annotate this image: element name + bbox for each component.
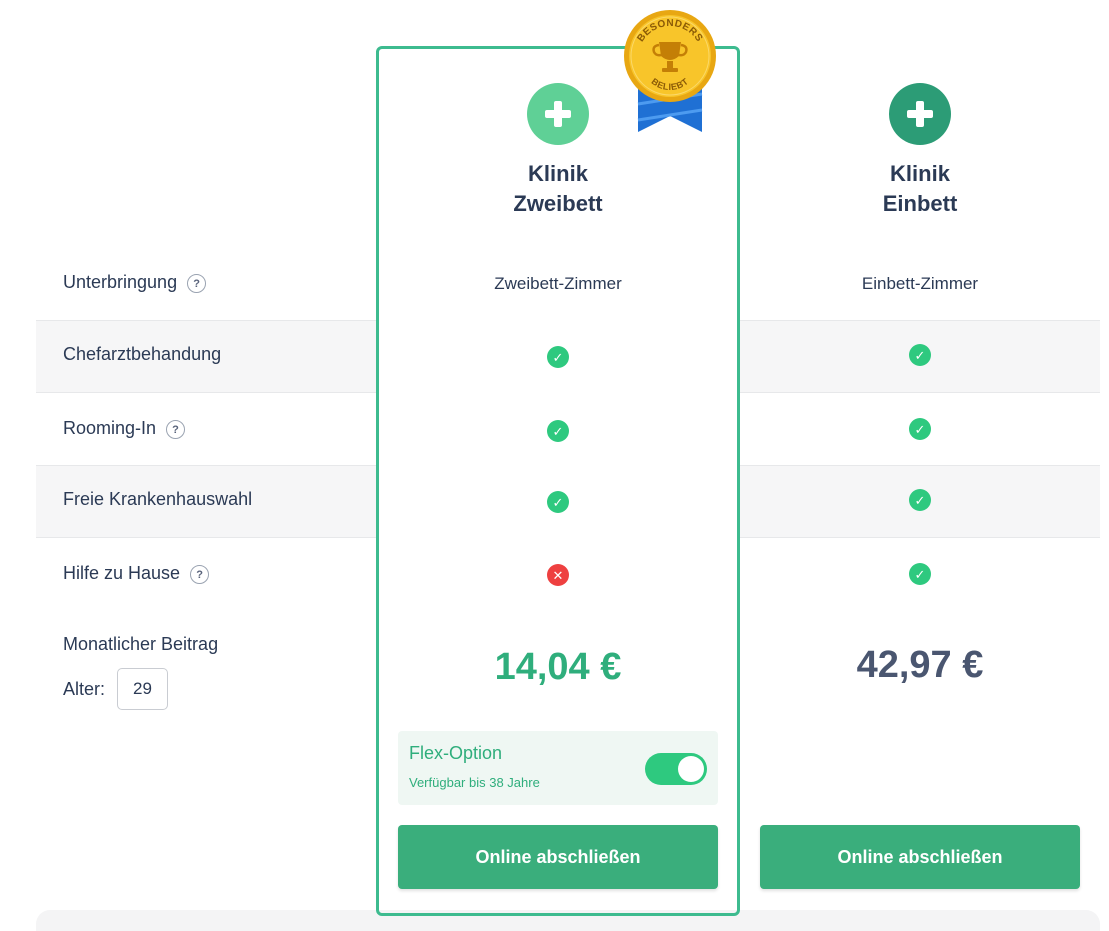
bottom-panel bbox=[36, 910, 1100, 931]
medical-cross-icon bbox=[889, 83, 951, 145]
check-icon: ✓ bbox=[909, 563, 931, 585]
feature-label-text: Chefarztbehandung bbox=[63, 344, 222, 364]
feature-label-text: Rooming-In bbox=[63, 418, 157, 438]
flex-option-box: Flex-Option Verfügbar bis 38 Jahre bbox=[398, 731, 718, 805]
feature-label-text: Freie Krankenhauswahl bbox=[63, 489, 253, 509]
cell-rooming-einbett: ✓ bbox=[800, 418, 1040, 440]
cross-icon: ✕ bbox=[547, 564, 569, 586]
feature-label-krankenhauswahl: Freie Krankenhauswahl bbox=[63, 489, 252, 510]
cell-unterbringung-zweibett: Zweibett-Zimmer bbox=[494, 274, 622, 293]
plan-title: Klinik Einbett bbox=[800, 159, 1040, 219]
age-input[interactable] bbox=[117, 668, 169, 710]
online-abschliessen-button-zweibett[interactable]: Online abschließen bbox=[398, 825, 718, 889]
help-icon[interactable]: ? bbox=[187, 274, 207, 293]
flex-option-title: Flex-Option bbox=[409, 743, 503, 763]
flex-option-toggle[interactable] bbox=[645, 753, 707, 785]
age-label: Alter: bbox=[63, 678, 106, 699]
check-icon: ✓ bbox=[909, 489, 931, 511]
check-icon: ✓ bbox=[909, 344, 931, 366]
plan-title-line1: Klinik bbox=[890, 161, 950, 186]
plan-title: Klinik Zweibett bbox=[438, 159, 678, 219]
plan-title-line1: Klinik bbox=[528, 161, 588, 186]
plan-title-line2: Zweibett bbox=[513, 191, 603, 216]
check-icon: ✓ bbox=[547, 346, 569, 368]
feature-label-hilfe-zu-hause: Hilfe zu Hause ? bbox=[63, 563, 210, 584]
check-icon: ✓ bbox=[909, 418, 931, 440]
besonders-beliebt-badge-icon: BESONDERS BELIEBT bbox=[624, 10, 716, 132]
check-icon: ✓ bbox=[547, 491, 569, 513]
feature-label-text: Unterbringung bbox=[63, 272, 178, 292]
toggle-knob bbox=[678, 756, 704, 782]
flex-option-subtitle: Verfügbar bis 38 Jahre bbox=[409, 775, 540, 790]
feature-label-rooming-in: Rooming-In ? bbox=[63, 418, 186, 439]
cell-unterbringung-einbett: Einbett-Zimmer bbox=[861, 274, 979, 293]
feature-label-chefarzt: Chefarztbehandung bbox=[63, 344, 221, 365]
price-einbett: 42,97 € bbox=[856, 644, 984, 686]
cell-rooming-zweibett: ✓ bbox=[438, 420, 678, 442]
help-icon[interactable]: ? bbox=[190, 565, 210, 584]
pricing-label-text: Monatlicher Beitrag bbox=[63, 634, 219, 654]
plan-header-einbett: Klinik Einbett bbox=[800, 83, 1040, 219]
feature-label-unterbringung: Unterbringung ? bbox=[63, 272, 207, 293]
cell-krankenhauswahl-zweibett: ✓ bbox=[438, 491, 678, 513]
pricing-label: Monatlicher Beitrag bbox=[63, 634, 218, 655]
check-icon: ✓ bbox=[547, 420, 569, 442]
plan-title-line2: Einbett bbox=[882, 191, 958, 216]
feature-label-text: Hilfe zu Hause bbox=[63, 563, 181, 583]
medical-cross-icon bbox=[527, 83, 589, 145]
online-abschliessen-button-einbett[interactable]: Online abschließen bbox=[760, 825, 1080, 889]
cell-chefarzt-zweibett: ✓ bbox=[438, 346, 678, 368]
age-field-group: Alter: bbox=[63, 668, 169, 710]
price-zweibett: 14,04 € bbox=[494, 646, 622, 688]
cell-hilfe-einbett: ✓ bbox=[800, 563, 1040, 585]
cell-chefarzt-einbett: ✓ bbox=[800, 344, 1040, 366]
cell-hilfe-zweibett: ✕ bbox=[438, 564, 678, 586]
cell-krankenhauswahl-einbett: ✓ bbox=[800, 489, 1040, 511]
help-icon[interactable]: ? bbox=[166, 420, 186, 439]
